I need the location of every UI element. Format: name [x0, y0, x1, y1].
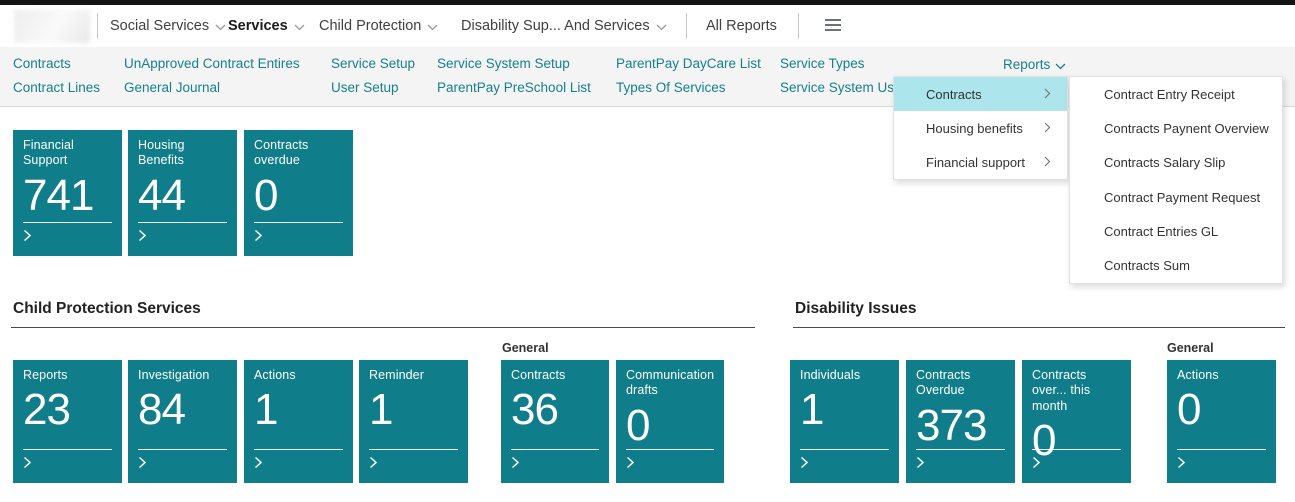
- section-divider: [793, 327, 1285, 328]
- chevron-right-icon: [23, 456, 32, 474]
- link-service-setup[interactable]: Service Setup: [331, 56, 415, 71]
- chevron-right-icon: [1044, 87, 1051, 102]
- separator: [686, 13, 687, 39]
- separator: [798, 13, 799, 39]
- menu-all-reports[interactable]: All Reports: [706, 5, 777, 47]
- top-navigation: Social Services Services Child Protectio…: [0, 5, 1295, 47]
- tile-divider: [254, 449, 343, 450]
- tile-actions[interactable]: Actions 1: [244, 360, 353, 483]
- link-unapproved-contract-entires[interactable]: UnApproved Contract Entires: [124, 56, 300, 71]
- tile-divider: [626, 449, 714, 450]
- tile-communication-drafts[interactable]: Communication drafts 0: [616, 360, 724, 483]
- menu-label: Disability Sup... And Services: [461, 18, 650, 34]
- menu-label: Child Protection: [319, 18, 422, 34]
- tile-divider: [511, 449, 599, 450]
- menu-item-contracts-salary-slip[interactable]: Contracts Salary Slip: [1070, 146, 1282, 180]
- menu-disability-support[interactable]: Disability Sup... And Services: [461, 5, 667, 47]
- menu-item-contract-entry-receipt[interactable]: Contract Entry Receipt: [1070, 77, 1282, 111]
- link-parentpay-preschool-list[interactable]: ParentPay PreSchool List: [437, 80, 591, 95]
- chevron-right-icon: [254, 229, 263, 247]
- chevron-right-icon: [800, 456, 809, 474]
- section-divider: [11, 327, 755, 328]
- menu-item-contracts-paynent-overview[interactable]: Contracts Paynent Overview: [1070, 111, 1282, 145]
- menu-social-services[interactable]: Social Services: [110, 5, 226, 47]
- tile-divider: [138, 222, 227, 223]
- tile-individuals[interactable]: Individuals 1: [790, 360, 899, 483]
- tile-financial-support[interactable]: Financial Support 741: [13, 130, 122, 256]
- chevron-right-icon: [1177, 456, 1186, 474]
- menu-item-financial-support[interactable]: Financial support: [894, 145, 1067, 179]
- app-logo[interactable]: [14, 10, 90, 43]
- section-title-disability: Disability Issues: [795, 300, 917, 317]
- chevron-right-icon: [254, 456, 263, 474]
- tile-contracts-overdue-disability[interactable]: Contracts Overdue 373: [906, 360, 1015, 483]
- menu-item-contracts-sum[interactable]: Contracts Sum: [1070, 248, 1282, 282]
- chevron-right-icon: [23, 229, 32, 247]
- chevron-down-icon: [427, 6, 438, 48]
- menu-child-protection[interactable]: Child Protection: [319, 5, 438, 47]
- chevron-right-icon: [511, 456, 520, 474]
- chevron-right-icon: [369, 456, 378, 474]
- link-contracts[interactable]: Contracts: [13, 56, 71, 71]
- menu-item-housing-benefits[interactable]: Housing benefits: [894, 111, 1067, 145]
- link-service-system-users[interactable]: Service System Us: [780, 80, 894, 95]
- menu-services[interactable]: Services: [228, 5, 305, 47]
- link-parentpay-daycare-list[interactable]: ParentPay DayCare List: [616, 56, 761, 71]
- tile-contracts-overdue-this-month[interactable]: Contracts over... this month 0: [1022, 360, 1131, 483]
- link-types-of-services[interactable]: Types Of Services: [616, 80, 726, 95]
- chevron-down-icon: [656, 6, 667, 48]
- contracts-submenu-panel: Contract Entry Receipt Contracts Paynent…: [1069, 76, 1283, 284]
- section-title-child-protection: Child Protection Services: [13, 300, 201, 317]
- tile-divider: [138, 449, 227, 450]
- group-label-general: General: [1167, 341, 1214, 355]
- tile-actions-disability[interactable]: Actions 0: [1167, 360, 1276, 483]
- chevron-right-icon: [138, 456, 147, 474]
- app-window: Social Services Services Child Protectio…: [0, 0, 1295, 502]
- chevron-right-icon: [1032, 456, 1041, 474]
- tile-reminder[interactable]: Reminder 1: [359, 360, 468, 483]
- tile-housing-benefits[interactable]: Housing Benefits 44: [128, 130, 237, 256]
- menu-label: Social Services: [110, 18, 210, 34]
- chevron-down-icon: [294, 6, 305, 48]
- tile-reports[interactable]: Reports 23: [13, 360, 122, 483]
- link-user-setup[interactable]: User Setup: [331, 80, 399, 95]
- hamburger-menu-icon[interactable]: [824, 18, 842, 37]
- tile-contracts-overdue[interactable]: Contracts overdue 0: [244, 130, 353, 256]
- menu-item-contract-payment-request[interactable]: Contract Payment Request: [1070, 180, 1282, 214]
- tile-divider: [800, 449, 889, 450]
- chevron-down-icon: [1055, 58, 1066, 73]
- link-general-journal[interactable]: General Journal: [124, 80, 220, 95]
- chevron-right-icon: [916, 456, 925, 474]
- reports-dropdown-trigger[interactable]: Reports: [1003, 56, 1066, 73]
- tile-divider: [23, 449, 112, 450]
- tile-divider: [916, 449, 1005, 450]
- link-service-types[interactable]: Service Types: [780, 56, 865, 71]
- tile-divider: [23, 222, 112, 223]
- tile-contracts[interactable]: Contracts 36: [501, 360, 609, 483]
- chevron-right-icon: [1044, 155, 1051, 170]
- link-service-system-setup[interactable]: Service System Setup: [437, 56, 570, 71]
- menu-item-contract-entries-gl[interactable]: Contract Entries GL: [1070, 214, 1282, 248]
- menu-item-contracts[interactable]: Contracts: [894, 77, 1067, 111]
- tile-divider: [1032, 449, 1121, 450]
- tile-investigation[interactable]: Investigation 84: [128, 360, 237, 483]
- reports-menu-panel: Contracts Housing benefits Financial sup…: [893, 76, 1068, 180]
- tile-divider: [369, 449, 458, 450]
- tile-divider: [1177, 449, 1266, 450]
- link-contract-lines[interactable]: Contract Lines: [13, 80, 100, 95]
- chevron-right-icon: [138, 229, 147, 247]
- menu-label: All Reports: [706, 18, 777, 34]
- tile-divider: [254, 222, 343, 223]
- chevron-right-icon: [626, 456, 635, 474]
- chevron-right-icon: [1044, 121, 1051, 136]
- menu-label: Services: [228, 18, 288, 34]
- group-label-general: General: [502, 341, 549, 355]
- separator: [97, 13, 98, 39]
- chevron-down-icon: [215, 6, 226, 48]
